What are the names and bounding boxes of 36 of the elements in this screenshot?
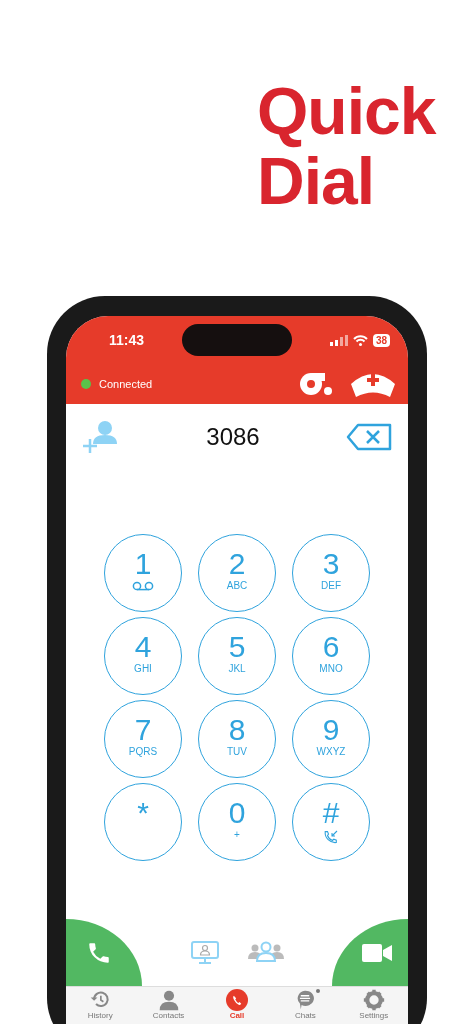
screen-share-icon[interactable] bbox=[190, 940, 220, 965]
battery-level: 38 bbox=[372, 333, 390, 347]
video-camera-icon bbox=[362, 942, 392, 963]
tab-item[interactable]: Settings bbox=[343, 987, 404, 1024]
dial-key[interactable]: 5 JKL bbox=[198, 617, 276, 695]
signal-icon bbox=[329, 334, 348, 346]
gear-icon bbox=[362, 989, 385, 1011]
tab-item[interactable]: History bbox=[70, 987, 131, 1024]
tab-item[interactable]: Call bbox=[206, 987, 267, 1024]
dial-key[interactable]: 8 TUV bbox=[198, 700, 276, 778]
dial-key[interactable]: 1 bbox=[104, 534, 182, 612]
dial-key[interactable]: # bbox=[292, 783, 370, 861]
dial-key[interactable]: 2 ABC bbox=[198, 534, 276, 612]
dial-key[interactable]: * bbox=[104, 783, 182, 861]
group-icon[interactable] bbox=[248, 940, 284, 965]
connection-status: Connected bbox=[99, 378, 153, 390]
dial-key[interactable]: 4 GHI bbox=[104, 617, 182, 695]
phone-icon bbox=[324, 830, 338, 844]
wifi-icon bbox=[352, 334, 368, 346]
backspace-icon[interactable] bbox=[346, 422, 392, 451]
add-contact-icon[interactable] bbox=[82, 419, 120, 454]
tab-item[interactable]: Chats bbox=[275, 987, 336, 1024]
headline-word: Quick bbox=[257, 76, 436, 146]
unread-dot bbox=[316, 989, 321, 993]
dial-key[interactable]: 0 + bbox=[198, 783, 276, 861]
dial-key[interactable]: 3 DEF bbox=[292, 534, 370, 612]
phone-icon bbox=[225, 989, 248, 1011]
whistle-icon[interactable] bbox=[298, 372, 334, 396]
tab-item[interactable]: Contacts bbox=[138, 987, 199, 1024]
voicemail-icon bbox=[132, 581, 154, 591]
person-icon bbox=[157, 989, 180, 1011]
dial-key[interactable]: 9 WXYZ bbox=[292, 700, 370, 778]
dial-key[interactable]: 7 PQRS bbox=[104, 700, 182, 778]
status-time: 11:43 bbox=[109, 332, 145, 348]
dial-key[interactable]: 6 MNO bbox=[292, 617, 370, 695]
dialed-number: 3086 bbox=[205, 422, 261, 451]
